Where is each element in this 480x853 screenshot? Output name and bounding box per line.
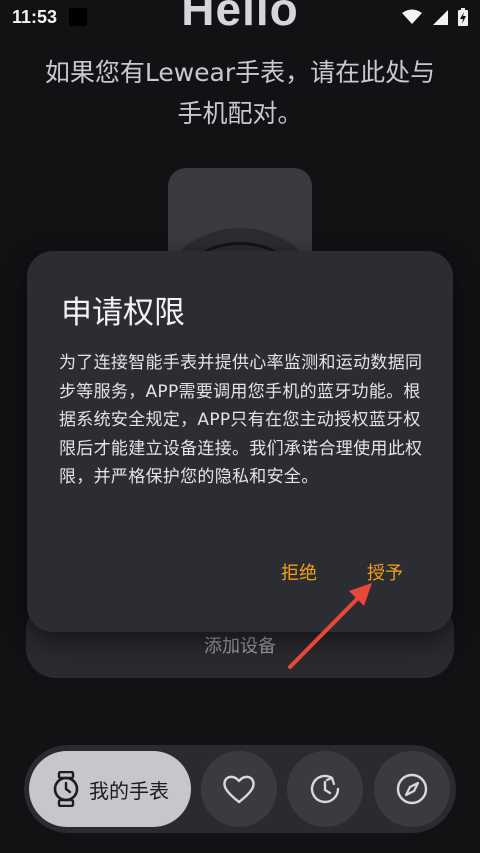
nav-my-watch[interactable]: 我的手表 <box>29 751 191 827</box>
pair-prompt-line2: 手机配对。 <box>177 99 303 128</box>
deny-button[interactable]: 拒绝 <box>281 559 317 585</box>
dialog-title: 申请权限 <box>61 295 185 331</box>
nav-health[interactable] <box>201 751 277 827</box>
watch-icon <box>53 771 79 807</box>
nav-discover[interactable] <box>374 751 450 827</box>
battery-charging-icon <box>458 8 468 26</box>
status-left: 11:53 <box>12 6 88 28</box>
nav-activity[interactable] <box>287 751 363 827</box>
pair-prompt: 如果您有Lewear手表，请在此处与 手机配对。 <box>30 52 450 134</box>
grant-button[interactable]: 授予 <box>367 559 403 585</box>
status-bar: 11:53 <box>0 0 480 34</box>
wifi-icon <box>402 9 422 24</box>
add-device-label: 添加设备 <box>204 636 276 657</box>
clock-icon <box>310 774 340 804</box>
permission-dialog: 申请权限 为了连接智能手表并提供心率监测和运动数据同步等服务，APP需要调用您手… <box>27 251 453 632</box>
status-right <box>402 8 468 26</box>
bottom-nav: 我的手表 <box>24 745 456 833</box>
notification-icon <box>69 8 88 26</box>
pair-prompt-line1: 如果您有Lewear手表，请在此处与 <box>44 58 436 87</box>
dialog-actions: 拒绝 授予 <box>281 559 403 585</box>
heart-icon <box>223 775 255 804</box>
signal-icon <box>433 10 448 25</box>
dialog-body: 为了连接智能手表并提供心率监测和运动数据同步等服务，APP需要调用您手机的蓝牙功… <box>59 353 423 487</box>
status-time: 11:53 <box>12 6 58 27</box>
compass-icon <box>396 773 428 805</box>
nav-my-watch-label: 我的手表 <box>89 778 169 803</box>
watch-illustration <box>150 168 330 338</box>
